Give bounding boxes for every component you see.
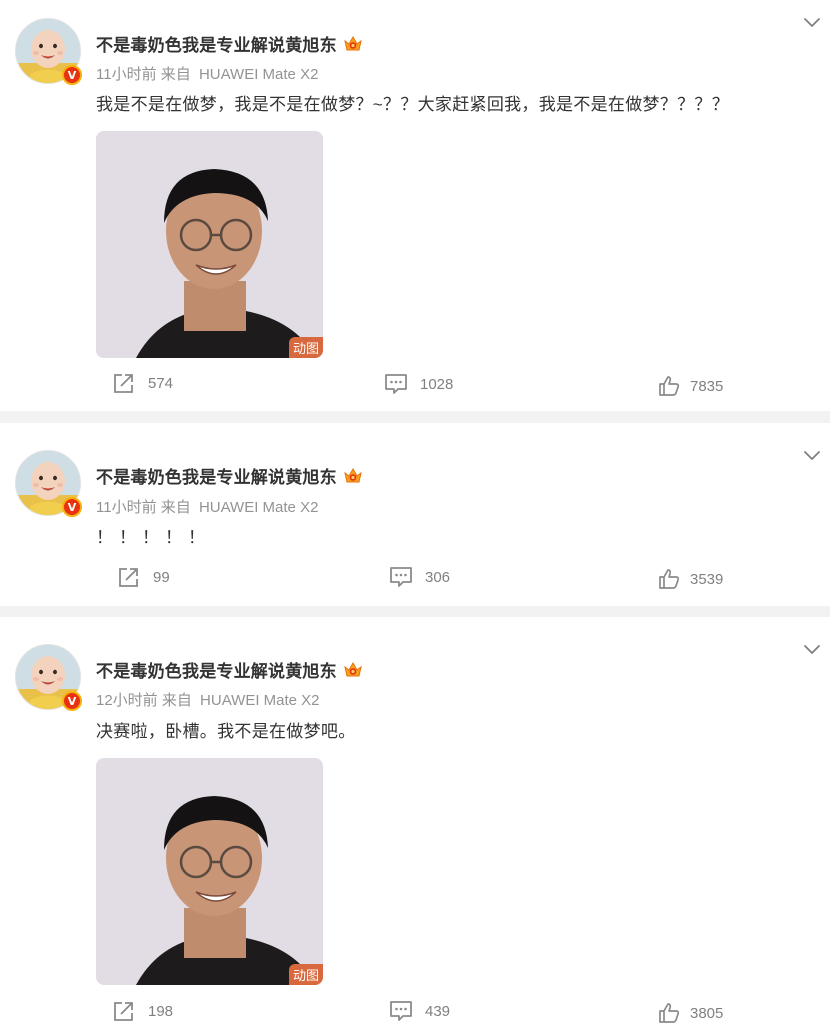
comment-count: 439 xyxy=(425,1002,451,1020)
thumbs-up-icon xyxy=(658,1002,680,1024)
weibo-post: V 不是毒奶色我是专业解说黄旭东 12小时前 来自 HUAWEI Mate X2… xyxy=(0,617,830,1031)
like-count: 3805 xyxy=(690,1004,724,1022)
like-button[interactable]: 3805 xyxy=(658,1002,723,1024)
avatar[interactable]: V xyxy=(15,644,83,712)
comment-icon xyxy=(389,1000,413,1022)
post-time[interactable]: 11小时前 xyxy=(96,499,157,516)
comment-button[interactable]: 306 xyxy=(389,566,450,588)
weibo-feed: V 不是毒奶色我是专业解说黄旭东 11小时前 来自 HUAWEI Mate X2… xyxy=(0,0,830,1031)
author-name-text[interactable]: 不是毒奶色我是专业解说黄旭东 xyxy=(96,657,337,682)
repost-button[interactable]: 99 xyxy=(117,566,170,588)
repost-count: 574 xyxy=(148,374,174,392)
gif-badge: 动图 xyxy=(288,337,323,358)
weibo-post: V 不是毒奶色我是专业解说黄旭东 11小时前 来自 HUAWEI Mate X2… xyxy=(0,0,830,411)
author-name[interactable]: 不是毒奶色我是专业解说黄旭东 xyxy=(96,463,363,488)
like-button[interactable]: 7835 xyxy=(658,375,723,397)
comment-count: 306 xyxy=(425,568,451,586)
source-prefix: 来自 xyxy=(160,66,191,83)
post-content: 决赛啦，卧槽。我不是在做梦吧。 xyxy=(96,722,356,741)
source-app: HUAWEI Mate X2 xyxy=(198,66,319,83)
repost-count: 99 xyxy=(153,568,170,586)
post-meta: 11小时前 来自 HUAWEI Mate X2 xyxy=(96,496,318,517)
post-gif-image[interactable]: 动图 xyxy=(96,131,323,358)
author-name[interactable]: 不是毒奶色我是专业解说黄旭东 xyxy=(96,657,363,682)
repost-icon xyxy=(112,372,136,394)
post-time[interactable]: 11小时前 xyxy=(96,66,157,83)
repost-count: 198 xyxy=(148,1002,174,1020)
source-prefix: 来自 xyxy=(160,499,191,516)
like-count: 7835 xyxy=(690,377,724,395)
chevron-down-icon[interactable] xyxy=(802,447,822,463)
chevron-down-icon[interactable] xyxy=(802,641,822,657)
vip-crown-icon[interactable] xyxy=(343,35,363,53)
source-app: HUAWEI Mate X2 xyxy=(200,692,320,709)
repost-button[interactable]: 574 xyxy=(112,372,173,394)
post-time[interactable]: 12小时前 xyxy=(96,692,158,709)
avatar[interactable]: V xyxy=(15,450,83,518)
comment-icon xyxy=(384,373,408,395)
repost-icon xyxy=(112,1000,136,1022)
post-gif-image[interactable]: 动图 xyxy=(96,758,323,985)
author-name[interactable]: 不是毒奶色我是专业解说黄旭东 xyxy=(96,31,363,56)
verified-badge-icon: V xyxy=(62,497,82,517)
like-button[interactable]: 3539 xyxy=(658,568,723,590)
comment-button[interactable]: 439 xyxy=(389,1000,450,1022)
thumbs-up-icon xyxy=(658,375,680,397)
post-content: ！！！！！ xyxy=(96,528,211,547)
repost-button[interactable]: 198 xyxy=(112,1000,173,1022)
comment-button[interactable]: 1028 xyxy=(384,373,453,395)
repost-icon xyxy=(117,566,141,588)
comment-count: 1028 xyxy=(420,375,454,393)
gif-badge: 动图 xyxy=(288,964,323,985)
comment-icon xyxy=(389,566,413,588)
weibo-post: V 不是毒奶色我是专业解说黄旭东 11小时前 来自 HUAWEI Mate X2… xyxy=(0,423,830,606)
avatar[interactable]: V xyxy=(15,18,83,86)
post-meta: 11小时前 来自 HUAWEI Mate X2 xyxy=(96,63,318,84)
post-meta: 12小时前 来自 HUAWEI Mate X2 xyxy=(96,689,320,710)
thumbs-up-icon xyxy=(658,568,680,590)
author-name-text[interactable]: 不是毒奶色我是专业解说黄旭东 xyxy=(96,463,337,488)
vip-crown-icon[interactable] xyxy=(343,467,363,485)
source-prefix: 来自 xyxy=(161,692,192,709)
post-content: 我是不是在做梦，我是不是在做梦？~？？大家赶紧回我，我是不是在做梦？？？？ xyxy=(96,95,730,114)
source-app: HUAWEI Mate X2 xyxy=(198,499,319,516)
vip-crown-icon[interactable] xyxy=(343,661,363,679)
like-count: 3539 xyxy=(690,570,724,588)
author-name-text[interactable]: 不是毒奶色我是专业解说黄旭东 xyxy=(96,31,337,56)
chevron-down-icon[interactable] xyxy=(802,14,822,30)
verified-badge-icon: V xyxy=(62,691,82,711)
verified-badge-icon: V xyxy=(62,65,82,85)
